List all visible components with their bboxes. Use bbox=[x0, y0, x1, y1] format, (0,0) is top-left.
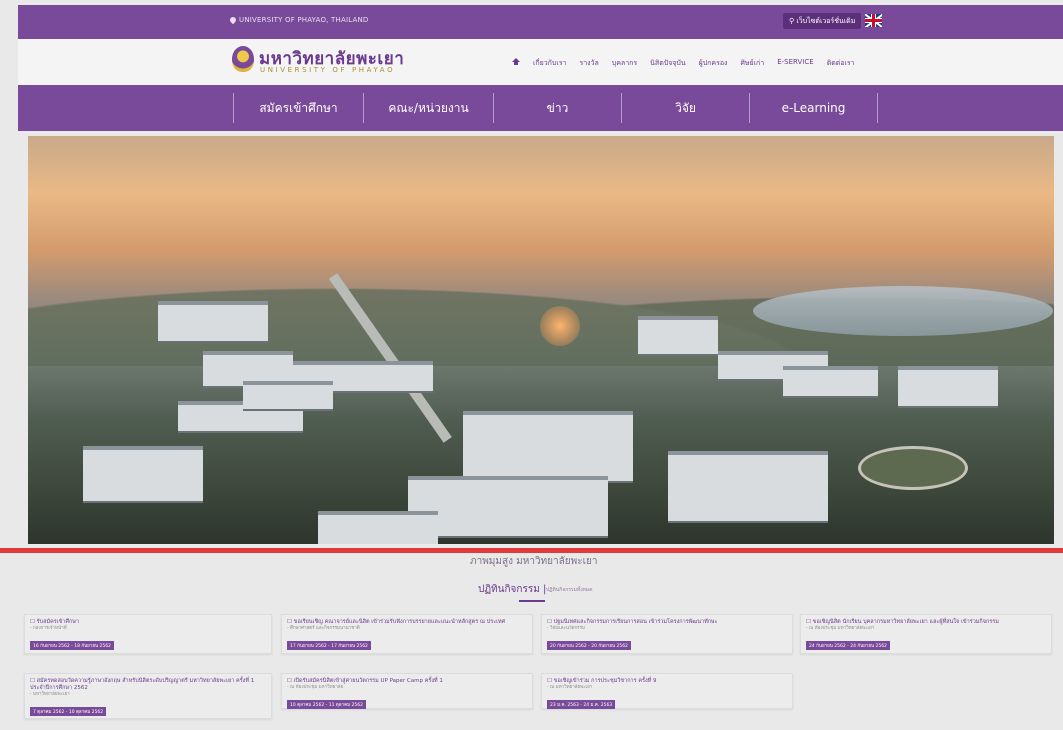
activity-title: ☐ เปิดรับสมัครนิสิตเข้าสู่ค่ายนวัตกรรม U… bbox=[287, 678, 443, 684]
activity-title: ☐ รับสมัครเข้าศึกษา bbox=[30, 619, 80, 625]
activity-sub: - ณ มหาวิทยาลัยพะเยา bbox=[547, 685, 593, 690]
building-shape bbox=[408, 476, 608, 536]
building-shape bbox=[83, 446, 203, 501]
activities-title: ปฏิทินกิจกรรม | bbox=[478, 584, 547, 595]
activity-sub: - กองการเจ้าหน้าที่ bbox=[30, 626, 67, 631]
location-label: UNIVERSITY OF PHAYAO, THAILAND bbox=[239, 16, 369, 24]
menu-faculties[interactable]: คณะ/หน่วยงาน bbox=[364, 95, 493, 121]
activity-sub: - ศึกษาศาสตร์ และกิจกรรมนานาชาติ bbox=[287, 626, 360, 631]
activity-card[interactable]: ☐ สมัครทดสอบวัดความรู้ภาษาอังกฤษ สำหรับน… bbox=[24, 673, 272, 719]
menu-elearning[interactable]: e-Learning bbox=[750, 95, 877, 121]
logo-english-text[interactable]: UNIVERSITY OF PHAYAO bbox=[260, 66, 395, 74]
activity-sub: - วิจัยและนวัตกรรม bbox=[547, 626, 585, 631]
roundabout-shape bbox=[858, 446, 968, 490]
activity-title: ☐ สมัครทดสอบวัดความรู้ภาษาอังกฤษ สำหรับน… bbox=[30, 678, 255, 691]
building-shape bbox=[783, 366, 878, 396]
nav-contact[interactable]: ติดต่อเรา bbox=[827, 58, 855, 69]
top-bar: UNIVERSITY OF PHAYAO, THAILAND ⚲ เว็บไซต… bbox=[18, 5, 1063, 39]
building-shape bbox=[463, 411, 633, 481]
building-shape bbox=[243, 381, 333, 409]
title-underline bbox=[519, 600, 545, 602]
uk-flag-icon[interactable] bbox=[865, 14, 882, 27]
red-divider bbox=[0, 548, 1063, 553]
activity-date: 24 กันยายน 2562 - 24 กันยายน 2562 bbox=[806, 641, 890, 650]
activity-card[interactable]: ☐ ขอเรียนเชิญ คณาจารย์และนิสิต เข้าร่วมร… bbox=[281, 614, 533, 654]
building-shape bbox=[638, 316, 718, 354]
activity-sub: - มหาวิทยาลัยพะเยา bbox=[30, 692, 70, 697]
nav-parents[interactable]: ผู้ปกครอง bbox=[699, 58, 728, 69]
building-shape bbox=[668, 451, 828, 521]
menu-admission[interactable]: สมัครเข้าศึกษา bbox=[234, 95, 363, 121]
activity-sub: - ณ ห้องประชุม มหาวิทยาลัยพะเยา bbox=[806, 626, 875, 631]
activity-card[interactable]: ☐ รับสมัครเข้าศึกษา - กองการเจ้าหน้าที่ … bbox=[24, 614, 272, 654]
building-shape bbox=[158, 301, 268, 341]
activity-card[interactable]: ☐ ขอเชิญนิสิต นักเรียน บุคลากรมหาวิทยาลั… bbox=[800, 614, 1052, 654]
nav-alumni[interactable]: ศิษย์เก่า bbox=[740, 58, 764, 69]
activities-all-link[interactable]: ปฏิทินกิจกรรมทั้งหมด bbox=[546, 586, 592, 594]
lake-shape bbox=[753, 286, 1053, 336]
activity-date: 23 ม.ค. 2563 - 24 ม.ค. 2563 bbox=[547, 700, 616, 709]
activity-date: 20 กันยายน 2562 - 20 กันยายน 2562 bbox=[547, 641, 631, 650]
menu-news[interactable]: ข่าว bbox=[494, 95, 621, 121]
activity-title: ☐ ขอเชิญนิสิต นักเรียน บุคลากรมหาวิทยาลั… bbox=[806, 619, 999, 625]
nav-awards[interactable]: รางวัล bbox=[579, 58, 598, 69]
activity-title: ☐ ขอเรียนเชิญ คณาจารย์และนิสิต เข้าร่วมร… bbox=[287, 619, 506, 625]
header: มหาวิทยาลัยพะเยา UNIVERSITY OF PHAYAO เก… bbox=[18, 39, 1063, 85]
activity-card[interactable]: ☐ เปิดรับสมัครนิสิตเข้าสู่ค่ายนวัตกรรม U… bbox=[281, 673, 533, 709]
activity-date: 10 ตุลาคม 2562 - 11 ตุลาคม 2562 bbox=[287, 700, 366, 709]
activity-sub: - ณ ห้องประชุม มหาวิทยาลัย bbox=[287, 685, 344, 690]
activity-card[interactable]: ☐ ขอเชิญเข้าร่วม การประชุมวิชาการ ครั้งท… bbox=[541, 673, 793, 709]
activity-card[interactable]: ☐ ปฐมนิเทศและกิจกรรมการเรียนการสอน เข้าร… bbox=[541, 614, 793, 654]
top-nav: เกี่ยวกับเรา รางวัล บุคลากร นิสิตปัจจุบั… bbox=[512, 58, 855, 69]
sun-glow bbox=[540, 306, 580, 346]
main-menu: สมัครเข้าศึกษา คณะ/หน่วยงาน ข่าว วิจัย e… bbox=[18, 85, 1063, 131]
activity-date: 17 กันยายน 2562 - 17 กันยายน 2562 bbox=[287, 641, 371, 650]
activity-title: ☐ ขอเชิญเข้าร่วม การประชุมวิชาการ ครั้งท… bbox=[547, 678, 657, 684]
menu-divider bbox=[877, 93, 878, 123]
old-site-button[interactable]: ⚲ เว็บไซต์เวอร์ชั่นเดิม bbox=[783, 13, 862, 29]
hero-caption: ภาพมุมสูง มหาวิทยาลัยพะเยา bbox=[470, 556, 598, 567]
location-text: UNIVERSITY OF PHAYAO, THAILAND bbox=[228, 15, 369, 25]
nav-eservice[interactable]: E-SERVICE bbox=[777, 58, 813, 69]
hero-campus-image bbox=[28, 136, 1054, 544]
nav-current-students[interactable]: นิสิตปัจจุบัน bbox=[650, 58, 685, 69]
university-seal-logo[interactable] bbox=[232, 46, 254, 72]
nav-staff[interactable]: บุคลากร bbox=[612, 58, 637, 69]
home-icon[interactable] bbox=[512, 58, 520, 65]
building-shape bbox=[318, 511, 438, 544]
menu-research[interactable]: วิจัย bbox=[622, 95, 749, 121]
location-pin-icon bbox=[228, 15, 238, 25]
page: UNIVERSITY OF PHAYAO, THAILAND ⚲ เว็บไซต… bbox=[0, 0, 1063, 730]
nav-about[interactable]: เกี่ยวกับเรา bbox=[533, 58, 566, 69]
activity-date: 16 กันยายน 2562 - 18 กันยายน 2562 bbox=[30, 641, 114, 650]
old-site-label: เว็บไซต์เวอร์ชั่นเดิม bbox=[796, 17, 856, 25]
activity-date: 7 ตุลาคม 2562 - 10 ตุลาคม 2562 bbox=[30, 707, 107, 716]
activity-title: ☐ ปฐมนิเทศและกิจกรรมการเรียนการสอน เข้าร… bbox=[547, 619, 718, 625]
building-shape bbox=[898, 366, 998, 406]
